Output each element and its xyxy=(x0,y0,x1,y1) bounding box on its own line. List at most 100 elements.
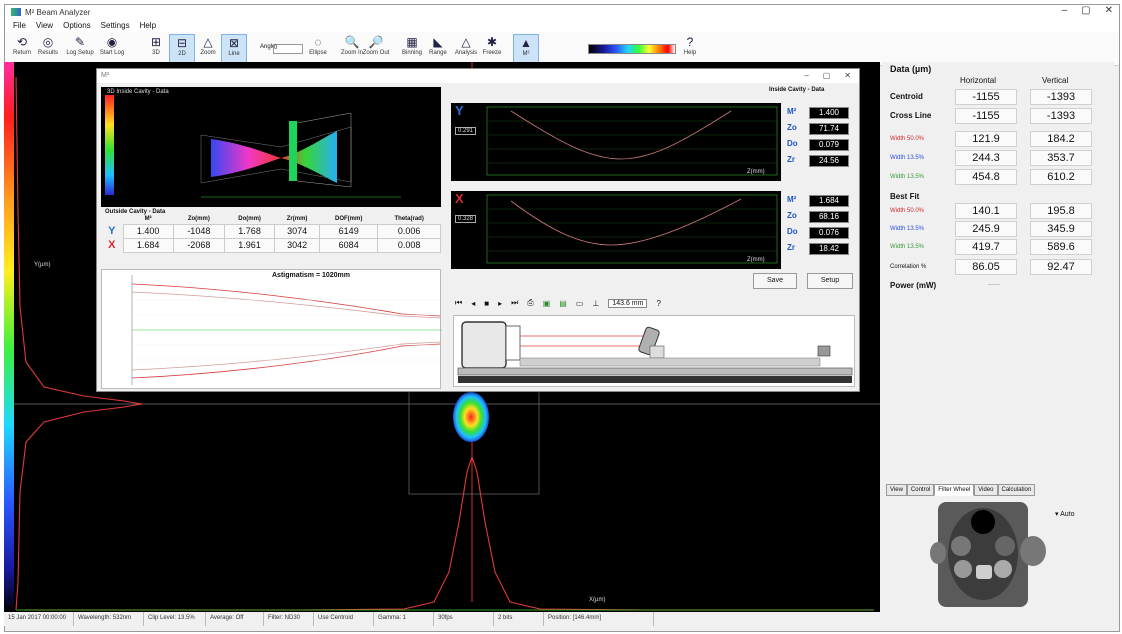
printer-icon[interactable]: ⎙ xyxy=(527,298,533,308)
menu-file[interactable]: File xyxy=(13,21,26,30)
results-panel: Data (µm) Horizontal Vertical Centroid -1… xyxy=(882,62,1114,612)
tab-filter-wheel[interactable]: Filter Wheel xyxy=(934,484,975,496)
maximize-button[interactable]: ▢ xyxy=(1081,5,1090,16)
toolbar-button-start-log[interactable]: ◉ Start Log xyxy=(99,34,125,64)
best-fit-row: Width 13.5% 419.7 589.6 xyxy=(890,238,1105,256)
result-vertical-value: -1393 xyxy=(1030,89,1092,105)
toolbar-button-label: Help xyxy=(683,50,697,56)
results-title: Data (µm) xyxy=(890,64,932,74)
menu-settings[interactable]: Settings xyxy=(101,21,130,30)
toolbar-button-3d[interactable]: ⊞ 3D xyxy=(143,34,169,64)
close-button[interactable]: ✕ xyxy=(1105,5,1113,16)
table-cell: 1.400 xyxy=(122,223,174,239)
y-fit-field[interactable]: 0.291 xyxy=(455,127,477,135)
toolbar: ⟲ Return ◎ Results ✎ Log Setup ◉ Start Log ⊞ 3D ⊟ 2… xyxy=(5,32,1119,66)
best-fit-horizontal-value: 245.9 xyxy=(955,221,1017,237)
toolbar-button-2d[interactable]: ⊟ 2D xyxy=(169,34,195,64)
toolbar-button-return[interactable]: ⟲ Return xyxy=(9,34,35,64)
toolbar-button-line[interactable]: ⊠ Line xyxy=(221,34,247,64)
filter-slot-2[interactable] xyxy=(995,536,1015,556)
filter-slot-open[interactable] xyxy=(971,510,995,534)
tab-video[interactable]: Video xyxy=(974,484,998,496)
toolbar-button-label: Zoom Out xyxy=(362,50,390,56)
menu-options[interactable]: Options xyxy=(63,21,91,30)
setup-button[interactable]: Setup xyxy=(807,273,853,289)
toolbar-button-zoom[interactable]: △ Zoom xyxy=(195,34,221,64)
player-help-icon[interactable]: ? xyxy=(656,299,660,308)
tab-view[interactable]: View xyxy=(886,484,907,496)
filter-wheel-graphic[interactable] xyxy=(930,502,1046,607)
toolbar-button-ellipse[interactable]: ◌ Ellipse xyxy=(305,34,331,64)
start-log-icon: ◉ xyxy=(106,35,118,49)
menu-help[interactable]: Help xyxy=(140,21,156,30)
astigmatism-panel[interactable]: Astigmatism = 1020mm xyxy=(101,269,442,389)
menu-view[interactable]: View xyxy=(36,21,53,30)
filter-slot-1[interactable] xyxy=(951,536,971,556)
stop-icon[interactable]: ■ xyxy=(484,299,489,308)
toolbar-button-binning[interactable]: ▦ Binning xyxy=(399,34,425,64)
toolbar-button-analysis[interactable]: △ Analysis xyxy=(453,34,479,64)
toolbar-button-label: Ellipse xyxy=(309,50,327,56)
table-cell: -1048 xyxy=(172,223,225,239)
filter-slot-4[interactable] xyxy=(994,560,1012,578)
x-fit-panel[interactable]: X 0.328 Z(mm) xyxy=(451,191,781,269)
auto-checkbox[interactable]: ▾ Auto xyxy=(1055,510,1074,518)
toolbar-button-m-[interactable]: ▲ M² xyxy=(513,34,539,64)
toolbar-button-label: Return xyxy=(12,50,31,56)
fast-forward-icon[interactable]: ⏭ xyxy=(511,298,518,308)
result-horizontal-value: -1155 xyxy=(955,108,1017,124)
status-clip-level: Clip Level: 13.5% xyxy=(144,612,206,626)
toolbar-button-range[interactable]: ◣ Range xyxy=(425,34,451,64)
toolbar-button-zoom-in[interactable]: 🔍 Zoom In xyxy=(339,34,365,64)
col-horizontal: Horizontal xyxy=(960,76,997,85)
result-vertical-value: 353.7 xyxy=(1030,150,1092,166)
astigmatism-plot xyxy=(131,275,442,385)
zoom-in-icon: 🔍 xyxy=(344,35,360,49)
best-fit-vertical-value: 589.6 xyxy=(1030,239,1092,255)
filter-disc xyxy=(948,508,1018,600)
filter-slot-3[interactable] xyxy=(954,560,972,578)
filter-slot-selected[interactable] xyxy=(976,565,992,579)
toolbar-button-help[interactable]: ? Help xyxy=(677,34,703,64)
result-horizontal-value: 244.3 xyxy=(955,150,1017,166)
export-icon[interactable]: ▤ xyxy=(559,299,567,308)
best-fit-row-label: Width 50.0% xyxy=(890,208,925,214)
x-fit-field[interactable]: 0.328 xyxy=(455,215,477,223)
window-controls: – ▢ ✕ xyxy=(1062,5,1113,16)
result-vertical-value: 184.2 xyxy=(1030,131,1092,147)
result-horizontal-value: -1155 xyxy=(955,89,1017,105)
x-fit-axis: X xyxy=(455,191,464,206)
camera-icon[interactable]: ▭ xyxy=(576,299,584,308)
green-save-icon[interactable]: ▣ xyxy=(543,299,551,308)
3d-cavity-panel[interactable]: 3D Inside Cavity - Data xyxy=(101,87,441,207)
y-fit-panel[interactable]: Y 0.291 Z(mm) xyxy=(451,103,781,181)
fit-param-value: 1.400 xyxy=(809,107,849,119)
save-button[interactable]: Save xyxy=(753,273,797,289)
result-horizontal-value: 454.8 xyxy=(955,169,1017,185)
table-row: X 1.684 -2068 1.961 3042 6084 0.008 xyxy=(101,237,441,253)
range-icon: ◣ xyxy=(433,35,443,49)
angle-select[interactable]: 0 xyxy=(273,44,303,54)
tab-calculation[interactable]: Calculation xyxy=(997,484,1036,496)
x-fit-x-caption: Z(mm) xyxy=(747,257,765,263)
play-icon[interactable]: ▸ xyxy=(498,299,502,308)
x-axis-label: X(µm) xyxy=(589,597,606,603)
toolbar-button-zoom-out[interactable]: 🔎 Zoom Out xyxy=(362,34,390,64)
dialog-minimize-button[interactable]: – xyxy=(804,71,808,80)
toolbar-button-freeze[interactable]: ✱ Freeze xyxy=(479,34,505,64)
toolbar-button-results[interactable]: ◎ Results xyxy=(35,34,61,64)
fit-param-value: 68.16 xyxy=(809,211,849,223)
step-back-icon[interactable]: ◂ xyxy=(471,299,475,308)
tab-control[interactable]: Control xyxy=(906,484,935,496)
col-do: Do(mm) xyxy=(238,215,261,222)
dialog-close-button[interactable]: ✕ xyxy=(844,71,851,80)
minimize-button[interactable]: – xyxy=(1062,5,1068,16)
toolbar-button-log-setup[interactable]: ✎ Log Setup xyxy=(66,34,93,64)
stage-position-field[interactable]: 143.6 mm xyxy=(608,298,648,308)
dialog-maximize-button[interactable]: ▢ xyxy=(823,71,831,80)
beam-spot xyxy=(453,392,489,442)
rewind-icon[interactable]: ⏮ xyxy=(455,298,462,308)
status-average: Average: Off xyxy=(206,612,264,626)
status-datetime: 15 Jan 2017 00:00:00 xyxy=(4,612,74,626)
palette-colorbar[interactable] xyxy=(588,44,676,54)
